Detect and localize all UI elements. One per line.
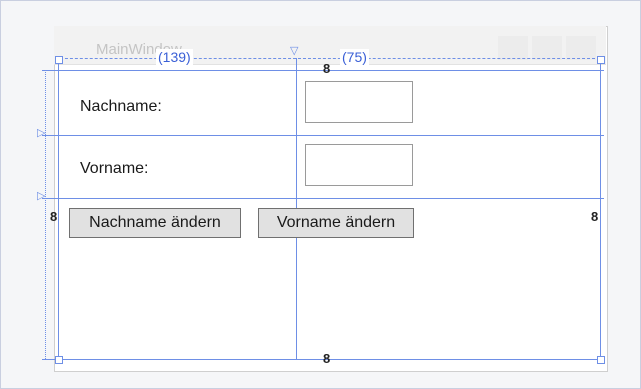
grid-right-border[interactable] [600, 60, 601, 360]
maximize-button [532, 36, 562, 60]
corner-handle[interactable] [597, 356, 605, 364]
triangle-right-icon[interactable]: ▷ [37, 128, 45, 139]
nachname-label: Nachname: [80, 98, 162, 115]
triangle-right-icon[interactable]: ▷ [37, 191, 45, 202]
minimize-button [498, 36, 528, 60]
window-titlebar: MainWindow [54, 26, 606, 65]
corner-handle[interactable] [55, 56, 63, 64]
change-lastname-button[interactable]: Nachname ändern [69, 208, 241, 238]
chain-link-icon[interactable]: 8 [50, 210, 57, 223]
grid-left-border[interactable] [58, 60, 59, 360]
corner-handle[interactable] [597, 56, 605, 64]
window-preview [54, 26, 608, 372]
row-divider-1[interactable] [42, 135, 604, 136]
left-margin-guide [45, 72, 46, 359]
nachname-textbox[interactable] [305, 81, 413, 123]
chain-link-icon[interactable]: 8 [323, 352, 330, 365]
chain-link-icon[interactable]: 8 [591, 210, 598, 223]
column-width-0[interactable]: (139) [156, 49, 193, 65]
vorname-label: Vorname: [80, 160, 149, 177]
vorname-textbox[interactable] [305, 144, 413, 186]
column-width-1[interactable]: (75) [340, 49, 369, 65]
triangle-down-icon[interactable]: ▽ [290, 46, 298, 57]
change-firstname-button[interactable]: Vorname ändern [258, 208, 414, 238]
close-button [566, 36, 596, 60]
row-divider-2[interactable] [42, 198, 604, 199]
chain-link-icon[interactable]: 8 [323, 62, 330, 75]
corner-handle[interactable] [55, 356, 63, 364]
